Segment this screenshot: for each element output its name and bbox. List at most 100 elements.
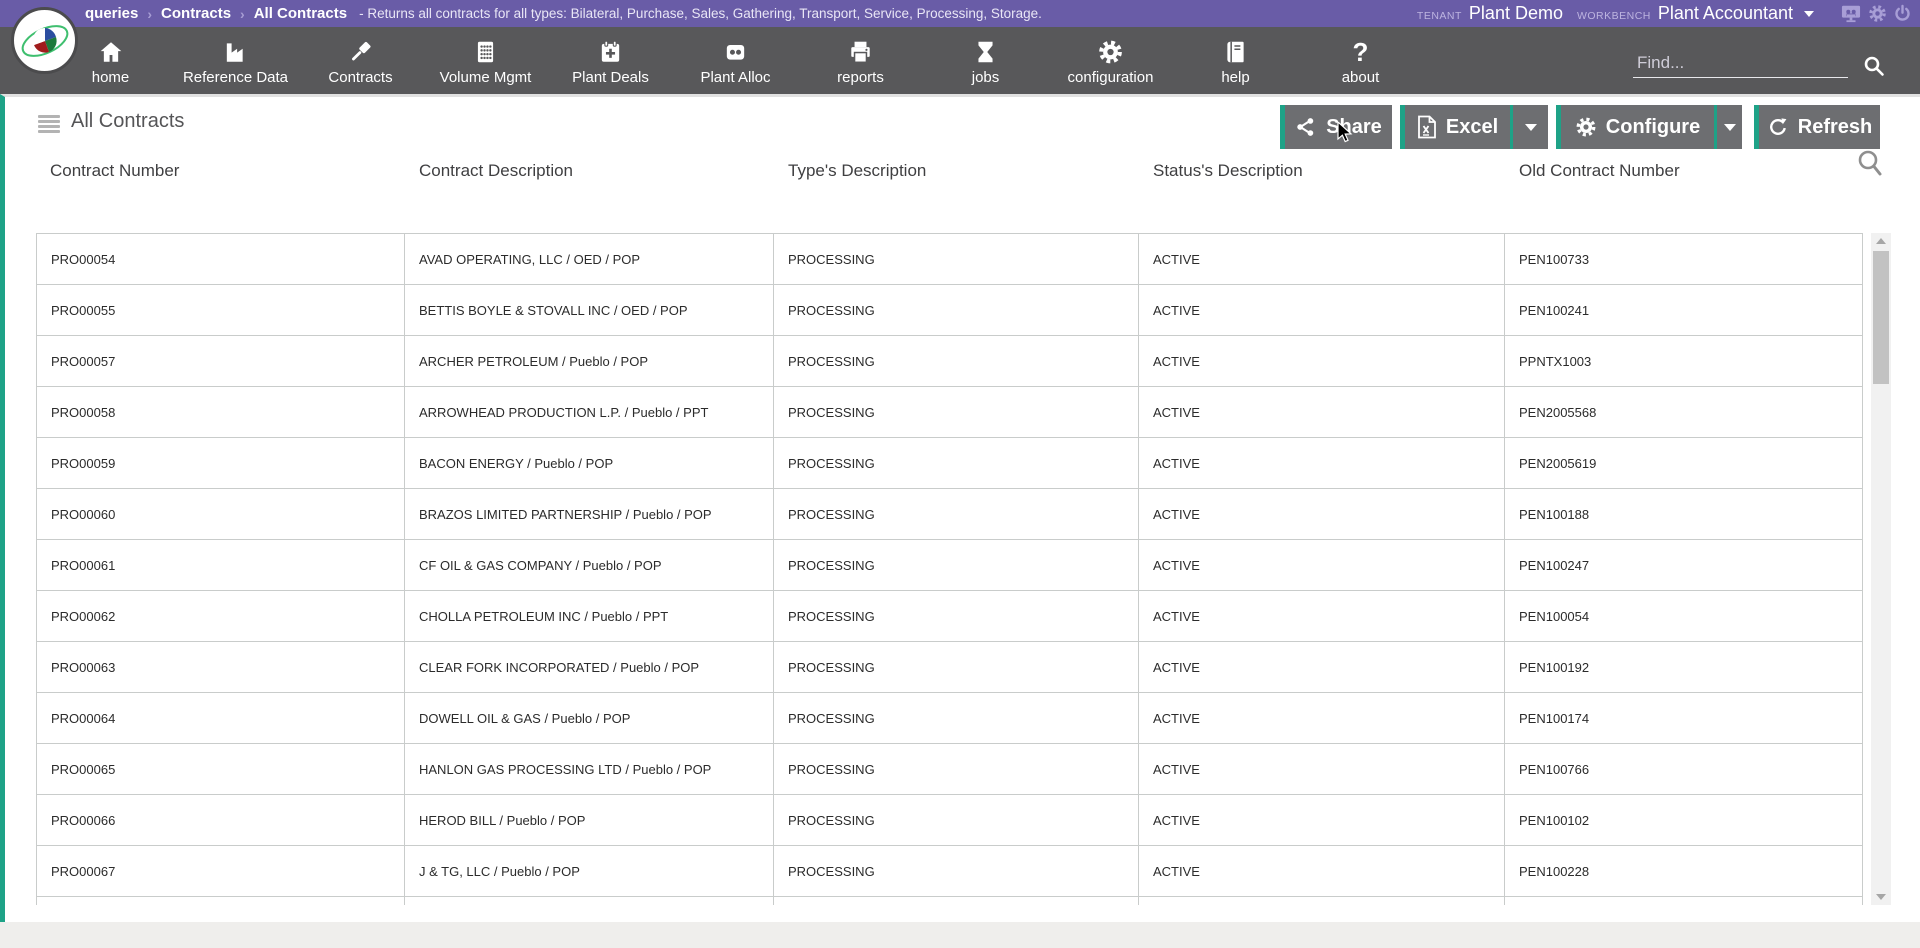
table-row[interactable]: PRO00054 AVAD OPERATING, LLC / OED / POP… <box>36 234 1863 285</box>
breadcrumb-contracts[interactable]: Contracts <box>161 5 231 22</box>
column-header-contract-description[interactable]: Contract Description <box>405 153 774 189</box>
tenant-label: TENANT <box>1417 10 1462 22</box>
nav-item-label: reports <box>837 69 884 86</box>
refresh-icon <box>1767 116 1789 138</box>
excel-button[interactable]: Excel <box>1400 105 1510 149</box>
nav-item-plant-deals[interactable]: Plant Deals <box>548 27 673 94</box>
table-row[interactable]: PRO00055 BETTIS BOYLE & STOVALL INC / OE… <box>36 285 1863 336</box>
nav-item-plant-alloc[interactable]: Plant Alloc <box>673 27 798 94</box>
scroll-down-arrow[interactable] <box>1871 889 1891 905</box>
cell-contract-description: BRAZOS LIMITED PARTNERSHIP / Pueblo / PO… <box>405 489 774 539</box>
table-row[interactable]: PRO00067 J & TG, LLC / Pueblo / POP PROC… <box>36 846 1863 897</box>
nav-item-about[interactable]: ? about <box>1298 27 1423 94</box>
table-row[interactable]: PRO00066 HEROD BILL / Pueblo / POP PROCE… <box>36 795 1863 846</box>
breadcrumb-all-contracts[interactable]: All Contracts <box>254 5 347 22</box>
cell-contract-description: CF OIL & GAS COMPANY / Pueblo / POP <box>405 540 774 590</box>
cell-contract-number: PRO00058 <box>36 387 405 437</box>
configure-dropdown-button[interactable] <box>1714 105 1742 149</box>
breadcrumb: queries › Contracts › All Contracts - Re… <box>85 0 1042 27</box>
tenant-display: TENANT Plant Demo <box>1417 3 1563 24</box>
cell-contract-number: PRO00054 <box>36 234 405 284</box>
nav-item-contracts[interactable]: Contracts <box>298 27 423 94</box>
scrollbar-thumb[interactable] <box>1873 251 1889 384</box>
table-row[interactable]: PRO00057 ARCHER PETROLEUM / Pueblo / POP… <box>36 336 1863 387</box>
refresh-button[interactable]: Refresh <box>1754 105 1880 149</box>
cell-old-contract-number: PEN100247 <box>1505 540 1863 590</box>
screen-share-icon[interactable] <box>1840 4 1862 23</box>
nav-item-label: Plant Deals <box>572 69 649 86</box>
share-button-label: Share <box>1326 116 1382 139</box>
robot-icon <box>722 36 749 68</box>
table-row[interactable]: PRO00061 CF OIL & GAS COMPANY / Pueblo /… <box>36 540 1863 591</box>
toolbar: Share Excel Configure Refresh <box>1280 105 1880 149</box>
gavel-icon <box>347 36 374 68</box>
cell-types-description: PROCESSING <box>774 540 1139 590</box>
breadcrumb-queries[interactable]: queries <box>85 5 138 22</box>
nav-item-jobs[interactable]: jobs <box>923 27 1048 94</box>
cell-statuss-description: ACTIVE <box>1139 336 1505 386</box>
cell-types-description: PROCESSING <box>774 591 1139 641</box>
workbench-label: WORKBENCH <box>1577 10 1651 22</box>
main-navbar: home Reference Data Contracts Volume Mgm… <box>0 27 1920 94</box>
nav-item-help[interactable]: help <box>1173 27 1298 94</box>
cell-contract-description: ARROWHEAD PRODUCTION L.P. / Pueblo / PPT <box>405 387 774 437</box>
cell-old-contract-number: PEN100102 <box>1505 795 1863 845</box>
search-icon[interactable] <box>1862 54 1886 83</box>
cell-statuss-description: ACTIVE <box>1139 846 1505 896</box>
scroll-up-arrow[interactable] <box>1871 233 1891 249</box>
cell-statuss-description: ACTIVE <box>1139 591 1505 641</box>
cell-old-contract-number: PEN2005568 <box>1505 387 1863 437</box>
gear-icon[interactable] <box>1868 4 1887 23</box>
nav-item-label: Plant Alloc <box>700 69 770 86</box>
table-row[interactable]: PRO00064 DOWELL OIL & GAS / Pueblo / POP… <box>36 693 1863 744</box>
caret-down-icon <box>1525 124 1537 131</box>
table-row[interactable]: PRO00063 CLEAR FORK INCORPORATED / Puebl… <box>36 642 1863 693</box>
cell-old-contract-number: PEN100241 <box>1505 285 1863 335</box>
workbench-selector[interactable]: WORKBENCH Plant Accountant <box>1577 3 1814 24</box>
nav-item-label: home <box>92 69 130 86</box>
table-row[interactable]: PRO00062 CHOLLA PETROLEUM INC / Pueblo /… <box>36 591 1863 642</box>
column-header-statuss-description[interactable]: Status's Description <box>1139 153 1505 189</box>
cell-types-description: PROCESSING <box>774 438 1139 488</box>
nav-item-configuration[interactable]: configuration <box>1048 27 1173 94</box>
nav-item-reports[interactable]: reports <box>798 27 923 94</box>
table-row-partial[interactable] <box>36 897 1863 905</box>
vertical-scrollbar[interactable] <box>1871 233 1891 905</box>
table-row[interactable]: PRO00065 HANLON GAS PROCESSING LTD / Pue… <box>36 744 1863 795</box>
tenant-value: Plant Demo <box>1469 3 1563 24</box>
cell-statuss-description: ACTIVE <box>1139 438 1505 488</box>
excel-dropdown-button[interactable] <box>1510 105 1548 149</box>
cell-types-description: PROCESSING <box>774 234 1139 284</box>
app-window: queries › Contracts › All Contracts - Re… <box>0 0 1920 948</box>
column-header-old-contract-number[interactable]: Old Contract Number <box>1505 153 1863 189</box>
nav-item-volume-mgmt[interactable]: Volume Mgmt <box>423 27 548 94</box>
grid-search-icon[interactable] <box>1856 149 1884 184</box>
cell-contract-description: AVAD OPERATING, LLC / OED / POP <box>405 234 774 284</box>
table-row[interactable]: PRO00059 BACON ENERGY / Pueblo / POP PRO… <box>36 438 1863 489</box>
refresh-button-label: Refresh <box>1798 116 1872 139</box>
cell-contract-number: PRO00055 <box>36 285 405 335</box>
table-row[interactable]: PRO00060 BRAZOS LIMITED PARTNERSHIP / Pu… <box>36 489 1863 540</box>
cell-types-description: PROCESSING <box>774 795 1139 845</box>
share-button[interactable]: Share <box>1280 105 1392 149</box>
nav-item-label: about <box>1342 69 1380 86</box>
configure-button[interactable]: Configure <box>1556 105 1714 149</box>
nav-item-label: jobs <box>972 69 1000 86</box>
find-input[interactable] <box>1633 51 1848 77</box>
page-title: All Contracts <box>71 110 184 133</box>
nav-item-reference-data[interactable]: Reference Data <box>173 27 298 94</box>
cell-old-contract-number: PEN100174 <box>1505 693 1863 743</box>
table-body: PRO00054 AVAD OPERATING, LLC / OED / POP… <box>36 234 1863 897</box>
power-icon[interactable] <box>1893 4 1912 23</box>
app-logo[interactable] <box>11 7 78 74</box>
column-header-contract-number[interactable]: Contract Number <box>36 153 405 189</box>
cell-contract-description: CLEAR FORK INCORPORATED / Pueblo / POP <box>405 642 774 692</box>
cell-types-description: PROCESSING <box>774 387 1139 437</box>
cell-statuss-description: ACTIVE <box>1139 642 1505 692</box>
workbench-value: Plant Accountant <box>1658 3 1793 24</box>
share-icon <box>1295 116 1317 138</box>
cell-old-contract-number: PEN2005619 <box>1505 438 1863 488</box>
column-header-types-description[interactable]: Type's Description <box>774 153 1139 189</box>
table-row[interactable]: PRO00058 ARROWHEAD PRODUCTION L.P. / Pue… <box>36 387 1863 438</box>
nav-item-label: configuration <box>1068 69 1154 86</box>
